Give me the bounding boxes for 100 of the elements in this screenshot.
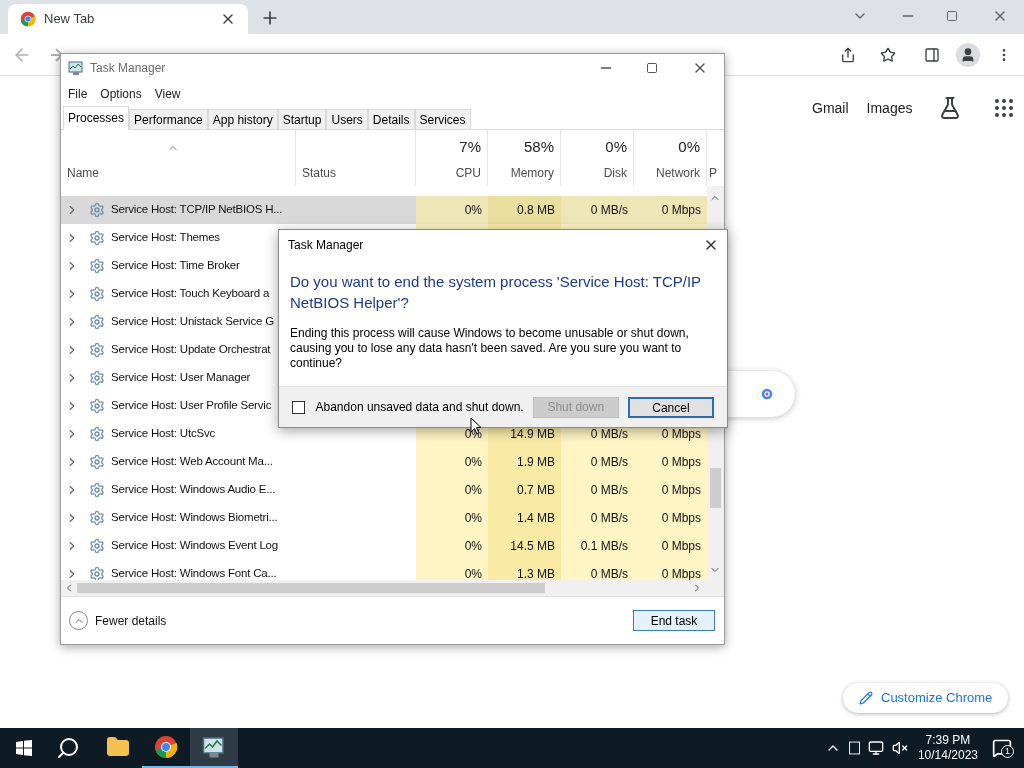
table-cell-text: 0% — [464, 482, 482, 499]
scroll-thumb[interactable] — [710, 468, 721, 508]
forward-icon[interactable] — [51, 46, 62, 63]
table-cell-text: 0 Mbps — [661, 566, 701, 580]
chrome-icon — [20, 11, 36, 27]
gear-icon — [89, 286, 105, 302]
tab[interactable]: Performance — [129, 109, 208, 130]
clock-time[interactable]: 7:39 PM — [925, 733, 971, 748]
table-cell-text: 0% — [464, 538, 482, 555]
dialog-title: Task Manager — [288, 236, 365, 254]
process-name: Service Host: Web Account Ma... — [111, 454, 273, 470]
menu-item[interactable]: View — [154, 84, 181, 103]
window-title: Task Manager — [90, 60, 167, 77]
table-cell-text: 0% — [464, 202, 482, 219]
column-total: 0% — [605, 136, 627, 157]
column-header[interactable]: Status — [302, 164, 337, 182]
network-icon[interactable] — [867, 740, 884, 756]
tab[interactable]: Details — [367, 109, 415, 130]
tablet-icon[interactable] — [848, 741, 860, 755]
process-name: Service Host: Windows Biometri... — [111, 510, 278, 526]
end-task-button[interactable]: End task — [633, 610, 715, 631]
process-name: Service Host: Themes — [111, 230, 220, 246]
table-cell-text: 0 Mbps — [661, 454, 701, 471]
browser-tab[interactable]: New Tab — [8, 4, 248, 34]
table-cell-text: 0% — [464, 454, 482, 471]
maximize-icon[interactable] — [646, 62, 658, 74]
process-row[interactable]: Service Host: Windows Event Log 0% 14.5 MB 0.1 MB/s 0 Mbps — [61, 532, 707, 560]
process-name: Service Host: TCP/IP NetBIOS H... — [111, 202, 283, 218]
process-name: Service Host: UtcSvc — [111, 426, 215, 442]
folder-icon — [106, 735, 130, 759]
table-cell-text: 1.9 MB — [517, 454, 555, 471]
tab[interactable]: App history — [207, 109, 278, 130]
gear-icon — [89, 342, 105, 358]
pencil-icon — [859, 691, 873, 705]
header-link[interactable]: Images — [866, 97, 913, 119]
gear-icon — [89, 398, 105, 414]
tab[interactable]: Startup — [277, 109, 327, 130]
table-cell-text: 1.3 MB — [517, 566, 555, 580]
table-cell-text: 0.7 MB — [517, 482, 555, 499]
table-cell-text: 0 MB/s — [590, 482, 628, 499]
chrome-icon — [154, 735, 178, 759]
column-total: 0% — [678, 136, 700, 157]
star-icon[interactable] — [880, 46, 896, 63]
process-name: Service Host: Update Orchestrat — [111, 342, 271, 358]
table-cell-text: 0 Mbps — [661, 482, 701, 499]
column-header[interactable]: P — [709, 164, 717, 182]
column-header[interactable]: CPU — [455, 164, 481, 182]
notifications-icon[interactable] — [992, 738, 1012, 758]
windows-start-icon[interactable] — [16, 740, 32, 756]
table-cell-text: 14.5 MB — [510, 538, 555, 555]
table-cell-text: 0 MB/s — [590, 566, 628, 580]
process-name: Service Host: User Profile Servic — [111, 398, 272, 414]
lens-icon[interactable] — [759, 386, 775, 402]
profile-avatar[interactable] — [956, 42, 980, 67]
column-header[interactable]: Disk — [603, 164, 627, 182]
fewer-details-link[interactable]: Fewer details — [95, 611, 633, 630]
horizontal-scrollbar[interactable] — [61, 580, 724, 596]
checkbox[interactable] — [292, 400, 305, 414]
process-name: Service Host: Windows Font Ca... — [111, 566, 277, 580]
column-header[interactable]: Network — [656, 164, 700, 182]
monitor-chart-icon — [68, 60, 84, 76]
column-header[interactable]: Memory — [510, 164, 554, 182]
gear-icon — [89, 482, 105, 498]
gear-icon — [89, 202, 105, 218]
dialog-button[interactable]: Cancel — [627, 396, 714, 418]
table-cell-text: 0 MB/s — [590, 426, 628, 443]
tab[interactable]: Processes — [63, 106, 130, 130]
table-cell-text: 0 MB/s — [590, 510, 628, 527]
scroll-thumb[interactable] — [77, 583, 545, 593]
gear-icon — [89, 510, 105, 526]
search-icon[interactable] — [56, 736, 80, 760]
taskbar-app[interactable] — [190, 728, 238, 768]
volume-muted-icon[interactable] — [891, 740, 908, 756]
checkbox-label: Abandon unsaved data and shut down. — [315, 399, 524, 416]
share-icon[interactable] — [840, 46, 856, 63]
column-total: 7% — [459, 136, 481, 157]
tab[interactable]: Users — [326, 109, 368, 130]
table-cell-text: 0 Mbps — [661, 202, 701, 219]
process-name: Service Host: Windows Audio E... — [111, 482, 276, 498]
menu-item[interactable]: File — [68, 84, 88, 103]
process-name: Service Host: Unistack Service G — [111, 314, 274, 330]
menu-item[interactable]: Options — [100, 84, 142, 103]
table-cell-text: 0 Mbps — [661, 426, 701, 443]
tab-title: New Tab — [44, 10, 96, 29]
process-name: Service Host: User Manager — [111, 370, 251, 386]
header-link[interactable]: Gmail — [812, 97, 849, 119]
table-cell-text: 0 MB/s — [590, 202, 628, 219]
column-header[interactable]: Name — [67, 164, 99, 182]
process-row[interactable]: Service Host: Web Account Ma... 0% 1.9 MB 0 MB/s 0 Mbps — [61, 448, 707, 476]
gear-icon — [89, 566, 105, 580]
process-row[interactable]: Service Host: TCP/IP NetBIOS H... 0% 0.8 MB 0 MB/s 0 Mbps — [61, 196, 707, 224]
process-row[interactable]: Service Host: Windows Audio E... 0% 0.7 MB 0 MB/s 0 Mbps — [61, 476, 707, 504]
tab[interactable]: Services — [414, 109, 471, 130]
gear-icon — [89, 426, 105, 442]
customize-chrome-button[interactable]: Customize Chrome — [843, 683, 1009, 713]
process-row[interactable]: Service Host: Windows Biometri... 0% 1.4 MB 0 MB/s 0 Mbps — [61, 504, 707, 532]
clock-date[interactable]: 10/14/2023 — [917, 748, 978, 763]
side-panel-icon[interactable] — [924, 46, 940, 63]
restore-icon[interactable] — [946, 10, 958, 22]
table-cell-text: 0.8 MB — [517, 202, 555, 219]
